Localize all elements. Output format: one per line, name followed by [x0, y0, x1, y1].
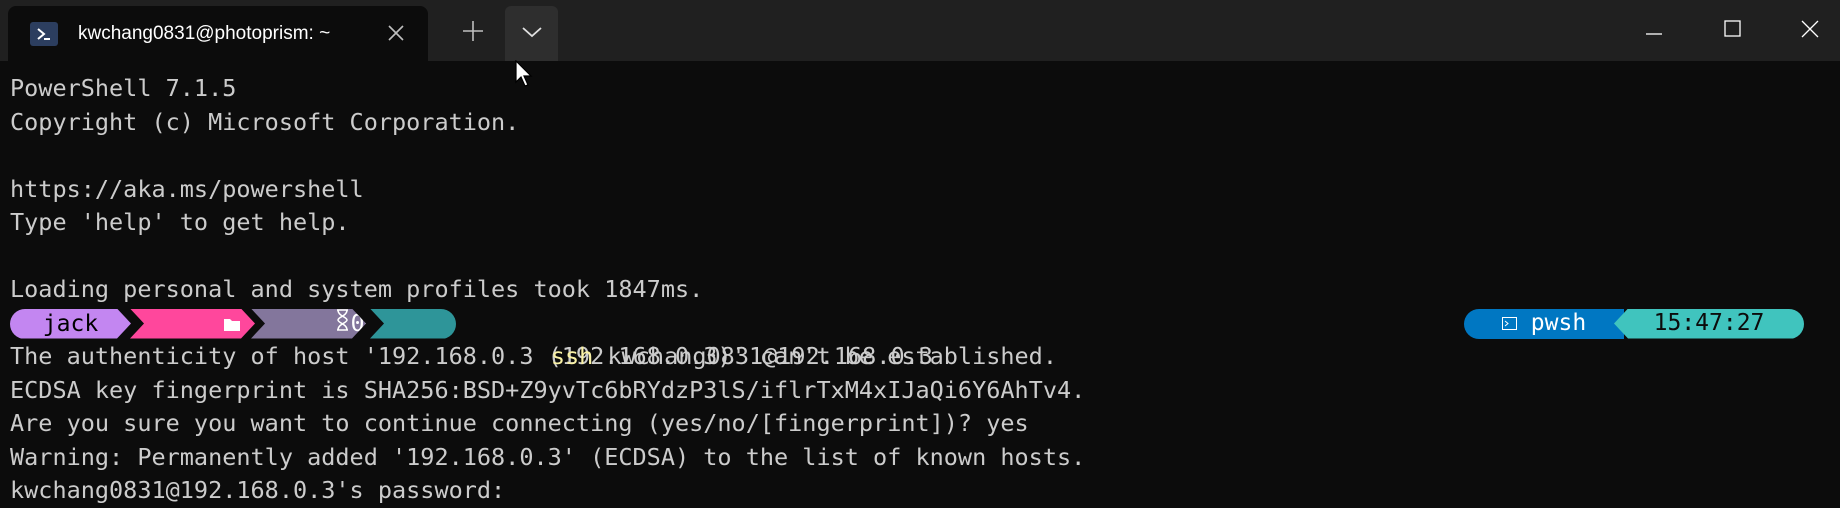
prompt-line: jack ~ 0ms ssh kwchang0831@192.168.0.3 p… — [10, 307, 1840, 370]
window-close-button[interactable] — [1772, 0, 1840, 61]
window-close-icon — [1801, 20, 1819, 42]
command-name: ssh — [550, 342, 594, 370]
plus-icon — [462, 20, 484, 46]
output-line: PowerShell 7.1.5 — [10, 74, 237, 102]
output-line: Loading personal and system profiles too… — [10, 275, 704, 303]
prompt-time: 15:47:27 — [1653, 309, 1765, 336]
prompt-status-segment — [370, 308, 456, 339]
title-bar: kwchang0831@photoprism: ~ — [0, 0, 1840, 61]
powershell-icon — [30, 21, 58, 46]
command-args: kwchang0831@192.168.0.3 — [593, 342, 933, 370]
maximize-button[interactable] — [1694, 0, 1770, 61]
output-line: Warning: Permanently added '192.168.0.3'… — [10, 442, 1086, 471]
minimize-icon — [1646, 21, 1662, 40]
prompt-user: jack — [42, 310, 99, 337]
prompt-exec-time-segment: 0ms — [251, 309, 366, 339]
tab-title: kwchang0831@photoprism: ~ — [78, 22, 331, 44]
output-line: Are you sure you want to continue connec… — [10, 409, 1029, 437]
terminal-output[interactable]: PowerShell 7.1.5 Copyright (c) Microsoft… — [10, 72, 1840, 508]
terminal-tab[interactable]: kwchang0831@photoprism: ~ — [8, 6, 428, 61]
maximize-icon — [1723, 20, 1741, 41]
output-line: kwchang0831@192.168.0.3's password: — [10, 476, 506, 504]
prompt-shell-segment: pwsh — [1464, 307, 1624, 341]
output-line: Copyright (c) Microsoft Corporation. — [10, 107, 520, 136]
scrollbar[interactable] — [1826, 61, 1840, 504]
chevron-down-icon — [521, 24, 543, 43]
output-line: https://aka.ms/powershell — [10, 174, 364, 203]
tab-dropdown-button[interactable] — [505, 6, 558, 61]
minimize-button[interactable] — [1616, 0, 1692, 61]
close-icon[interactable] — [386, 23, 406, 43]
new-tab-button[interactable] — [448, 12, 498, 54]
prompt-path-segment: ~ — [130, 309, 255, 339]
terminal-icon — [1501, 307, 1517, 341]
prompt-shell: pwsh — [1530, 309, 1587, 336]
output-line: Type 'help' to get help. — [10, 208, 350, 236]
prompt-time-segment: 15:47:27 — [1614, 308, 1804, 339]
prompt-user-segment: jack — [10, 309, 131, 339]
prompt-command: ssh kwchang0831@192.168.0.3 — [466, 307, 933, 408]
